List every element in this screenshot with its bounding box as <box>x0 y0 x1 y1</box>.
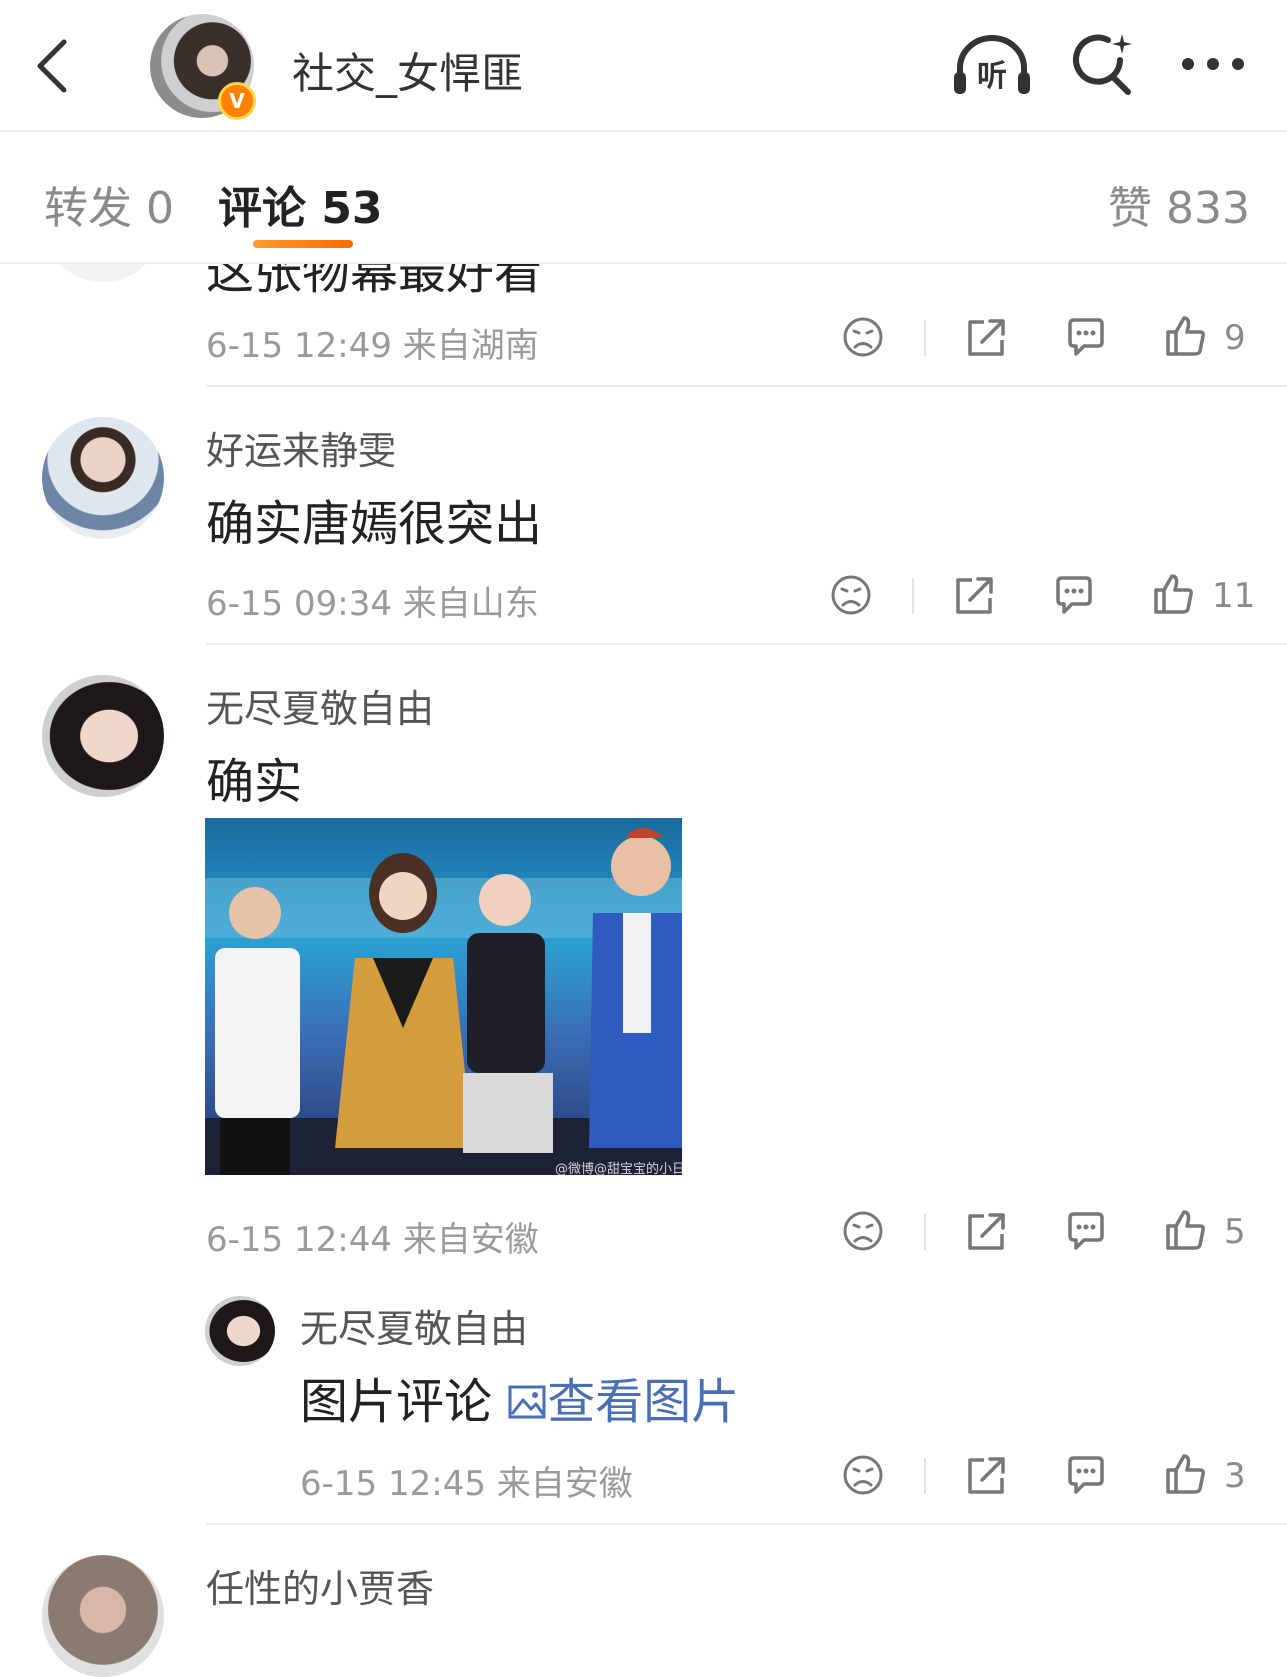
dislike-icon[interactable] <box>842 316 884 358</box>
share-icon[interactable] <box>964 1210 1008 1252</box>
comment-meta: 6-15 09:34 来自山东 <box>206 584 539 624</box>
action-divider <box>924 1214 926 1250</box>
avatar[interactable] <box>42 417 164 539</box>
tab-comments[interactable]: 评论 53 <box>218 172 383 236</box>
dislike-icon[interactable] <box>830 574 872 616</box>
action-divider <box>912 578 914 614</box>
action-divider <box>924 1458 926 1494</box>
like-icon[interactable] <box>1164 1452 1208 1496</box>
tab-likes[interactable]: 赞 833 <box>1108 172 1250 236</box>
comment-username[interactable]: 任性的小贾香 <box>206 1558 434 1613</box>
avatar[interactable] <box>205 1296 275 1366</box>
action-divider <box>924 320 926 356</box>
reply-icon[interactable] <box>1052 574 1096 616</box>
reply-icon[interactable] <box>1064 316 1108 358</box>
image-icon <box>508 1385 546 1419</box>
share-icon[interactable] <box>952 574 996 616</box>
listen-icon[interactable]: 听 <box>952 34 1032 96</box>
verified-badge: V <box>218 82 256 120</box>
share-icon[interactable] <box>964 316 1008 358</box>
avatar[interactable] <box>42 675 164 797</box>
divider <box>206 1523 1287 1525</box>
listen-label: 听 <box>977 59 1007 94</box>
like-count: 11 <box>1212 576 1256 616</box>
like-count: 5 <box>1224 1212 1246 1252</box>
comment-text: 确实唐嫣很突出 <box>206 496 543 552</box>
divider <box>206 385 1287 387</box>
like-icon[interactable] <box>1164 314 1208 358</box>
tab-bar: 转发 0 评论 53 赞 833 <box>0 132 1287 264</box>
comment-meta: 6-15 12:44 来自安徽 <box>206 1220 539 1260</box>
reply-text: 图片评论 查看图片 <box>300 1362 739 1432</box>
comment-photo[interactable]: @微博@甜宝宝的小日记 <box>205 818 682 1175</box>
more-icon[interactable] <box>1180 56 1246 72</box>
reply-icon[interactable] <box>1064 1210 1108 1252</box>
comment-username[interactable]: 无尽夏敬自由 <box>206 678 434 733</box>
divider <box>206 643 1287 645</box>
page-title: 社交_女悍匪 <box>292 49 524 98</box>
like-icon[interactable] <box>1164 1208 1208 1252</box>
dislike-icon[interactable] <box>842 1210 884 1252</box>
active-tab-indicator <box>253 240 353 248</box>
comment-text: 确实 <box>206 754 303 810</box>
photo-watermark: @微博@甜宝宝的小日记 <box>555 1162 682 1175</box>
tab-reposts[interactable]: 转发 0 <box>44 172 174 236</box>
share-icon[interactable] <box>964 1454 1008 1496</box>
like-icon[interactable] <box>1152 572 1196 616</box>
reply-text-label: 图片评论 <box>300 1374 493 1430</box>
comment-meta: 6-15 12:49 来自湖南 <box>206 326 539 366</box>
comment-username[interactable]: 好运来静雯 <box>206 420 396 475</box>
dislike-icon[interactable] <box>842 1454 884 1496</box>
like-count: 9 <box>1224 318 1246 358</box>
top-bar: V 社交_女悍匪 听 <box>0 0 1287 132</box>
view-image-label: 查看图片 <box>547 1374 740 1430</box>
reply-meta: 6-15 12:45 来自安徽 <box>300 1464 633 1504</box>
verified-badge-label: V <box>229 89 245 113</box>
reply-icon[interactable] <box>1064 1454 1108 1496</box>
like-count: 3 <box>1224 1456 1246 1496</box>
search-icon[interactable] <box>1068 30 1138 100</box>
view-image-link[interactable]: 查看图片 <box>507 1374 739 1430</box>
avatar[interactable] <box>42 1555 164 1677</box>
reply-username[interactable]: 无尽夏敬自由 <box>300 1298 528 1353</box>
back-icon[interactable] <box>32 36 72 96</box>
